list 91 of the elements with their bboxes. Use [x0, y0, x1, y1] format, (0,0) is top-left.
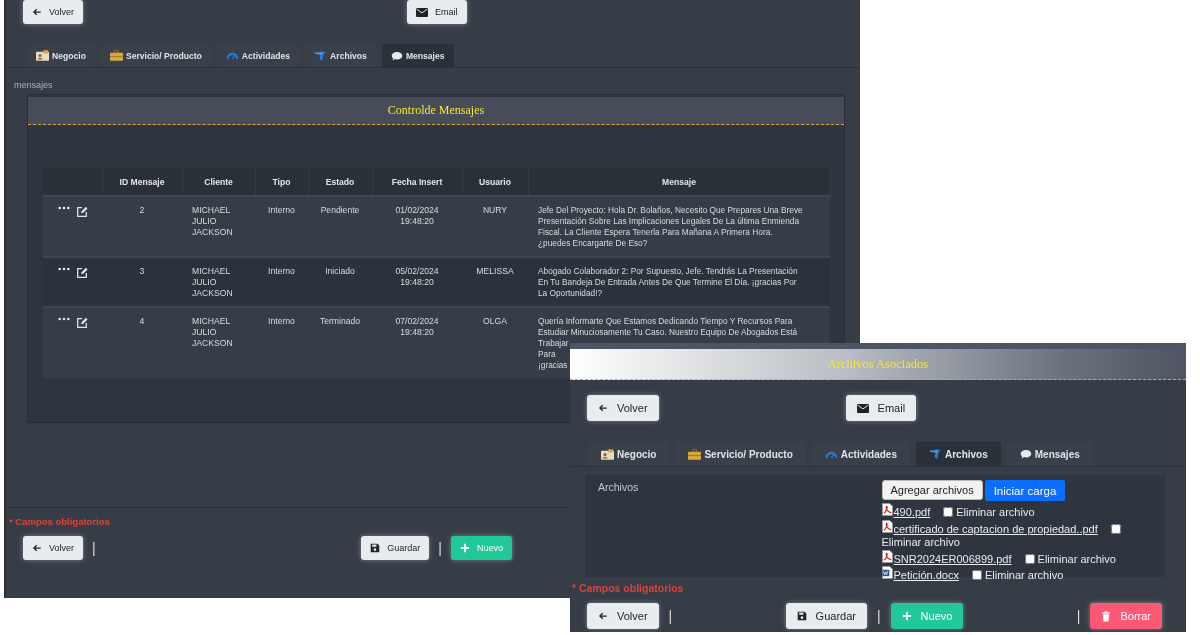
gauge-icon [225, 51, 239, 60]
message-text: Abogado Colaborador 2: Por Supuesto, Jefe. Tendrás La Presentación En Tu Bandeja De Entrada Antes De Que Termine El Día. ¡gracias Por La Oportunidad!? [538, 266, 798, 299]
briefcase-icon [109, 50, 123, 61]
table-cell: Terminado [319, 316, 361, 326]
pdf-file-icon [881, 519, 893, 533]
table-cell: Interno [268, 266, 295, 276]
folder-icon [928, 448, 942, 460]
email-button[interactable]: Email [407, 0, 467, 24]
file-link[interactable]: 490.pdf [893, 506, 931, 518]
plus-icon [460, 543, 470, 553]
table-cell: 3 [139, 266, 145, 276]
section-label: mensajes [13, 79, 54, 92]
column-header: Mensaje [528, 168, 830, 196]
required-note: * Campos obligatorios [9, 516, 110, 527]
checkbox[interactable] [943, 507, 954, 517]
tab[interactable]: Archivos [915, 442, 1001, 466]
checkbox-label: Eliminar archivo [881, 536, 960, 550]
column-header: Estado [308, 168, 372, 196]
more-dots-icon[interactable] [57, 317, 70, 321]
column-header: ID Mensaje [102, 168, 182, 196]
word-file-icon [881, 566, 893, 579]
checkbox-label: Eliminar archivo [1037, 552, 1116, 566]
file-link[interactable]: SNR2024ER006899.pdf [893, 552, 1012, 565]
separator: | [1076, 608, 1081, 624]
column-header: Usuario [462, 168, 528, 196]
edit-icon[interactable] [75, 206, 88, 218]
tab[interactable]: Mensajes [381, 44, 454, 67]
folder-icon [314, 49, 328, 62]
id-card-icon [601, 448, 614, 460]
checkbox[interactable] [1024, 553, 1035, 564]
separator: | [92, 540, 96, 556]
arrow-left-icon [32, 543, 42, 553]
edit-icon[interactable] [75, 267, 88, 279]
table-cell: MICHAEL JULIO JACKSON [192, 316, 233, 348]
pdf-file-icon [881, 503, 893, 516]
checkbox[interactable] [972, 570, 982, 580]
arrow-left-icon [32, 7, 42, 17]
checkbox-label: Eliminar archivo [985, 569, 1064, 583]
separator: | [438, 540, 442, 556]
window-title: Archivos Asociados [570, 343, 1186, 380]
file-link[interactable]: Petición.docx [893, 569, 959, 581]
speech-bubble-icon [1019, 449, 1032, 459]
email-button[interactable]: Email [845, 395, 917, 421]
required-note: * Campos obligatorios [572, 582, 684, 594]
checkbox-label: Eliminar archivo [956, 506, 1035, 520]
edit-icon[interactable] [75, 317, 88, 329]
speech-bubble-icon [390, 50, 403, 61]
save-button[interactable]: Guardar [361, 536, 430, 560]
table-cell: Interno [268, 205, 295, 215]
arrow-left-icon [598, 611, 608, 621]
id-card-icon [36, 50, 49, 61]
table-cell: 2 [139, 205, 145, 215]
back-button[interactable]: Volver [587, 395, 659, 421]
gauge-icon [824, 449, 838, 459]
table-cell: 05/02/2024 19:48:20 [395, 266, 439, 287]
table-cell: Pendiente [320, 205, 360, 215]
table-cell: MELISSA [476, 266, 514, 276]
table-cell: 01/02/2024 19:48:20 [395, 205, 439, 226]
envelope-icon [416, 7, 428, 17]
separator: | [876, 608, 881, 624]
panel-title: Controlde Mensajes [28, 97, 844, 125]
table-cell: NURY [482, 205, 508, 215]
add-files-button[interactable]: Agregar archivos [881, 480, 983, 500]
column-header: Fecha Insert [372, 168, 462, 196]
trash-icon [1101, 610, 1112, 622]
briefcase-icon [688, 448, 702, 460]
back-button[interactable]: Volver [23, 536, 83, 560]
back-button[interactable]: Volver [23, 0, 83, 24]
table-cell: 07/02/2024 19:48:20 [395, 316, 439, 337]
column-header: Tipo [255, 168, 308, 196]
checkbox[interactable] [1110, 523, 1121, 534]
table-cell: MICHAEL JULIO JACKSON [192, 205, 233, 237]
save-button[interactable]: Guardar [785, 603, 867, 629]
table-cell: Iniciado [325, 266, 355, 276]
envelope-icon [856, 403, 869, 413]
table-cell: Interno [268, 316, 295, 326]
message-text: Jefe Del Proyecto: Hola Dr. Bolaños, Necesito Que Prepares Una Breve Presentación Sobre Las Implicaciones Legales De La última Enmienda Fiscal. La Cliente Espera Tenerla Para Mañana A Primera Hora. ¿puedes Encargarte De Eso? [538, 205, 803, 249]
table-cell: OLGA [483, 316, 507, 326]
plus-icon [901, 611, 912, 621]
more-dots-icon[interactable] [57, 206, 70, 210]
table-cell: 4 [139, 316, 145, 326]
file-link[interactable]: certificado de captacion de propiedad..pdf [893, 522, 1098, 535]
more-dots-icon[interactable] [57, 267, 70, 271]
pdf-file-icon [881, 549, 893, 563]
table-cell: MICHAEL JULIO JACKSON [192, 266, 233, 298]
column-header: Cliente [182, 168, 255, 196]
upload-button[interactable]: Iniciar carga [984, 480, 1066, 501]
field-label: Archivos [598, 481, 639, 493]
separator: | [668, 608, 673, 624]
arrow-left-icon [598, 403, 608, 413]
back-button[interactable]: Volver [587, 603, 659, 629]
